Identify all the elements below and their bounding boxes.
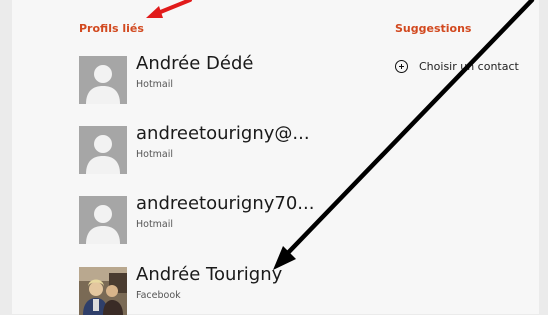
red-arrow-icon bbox=[146, 0, 192, 18]
black-pointer-arrow-icon bbox=[273, 0, 535, 270]
annotation-overlay bbox=[146, 0, 535, 270]
